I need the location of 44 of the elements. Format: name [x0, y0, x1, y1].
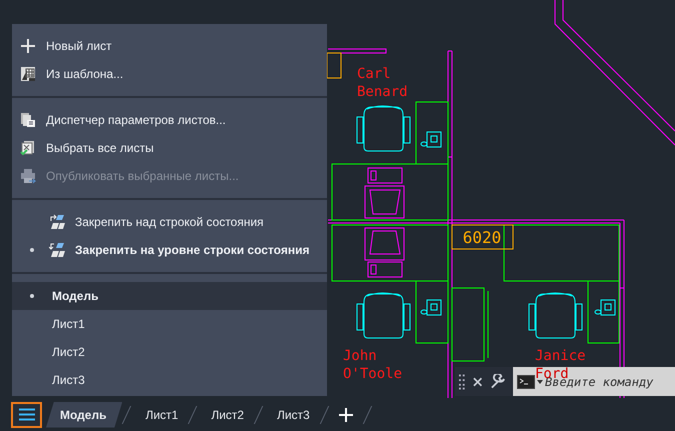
add-tab-icon[interactable]	[338, 408, 353, 422]
layout-tab[interactable]: Лист1	[131, 402, 188, 428]
layout-tab[interactable]: Модель	[46, 402, 122, 428]
template-grid-icon	[20, 66, 36, 82]
room-tag-outline	[326, 52, 342, 78]
phone-icon	[420, 300, 442, 316]
menu-item[interactable]: Закрепить над строкой состояния	[12, 208, 327, 236]
menu-item[interactable]: Из шаблона...	[12, 60, 327, 88]
phone-icon	[420, 132, 442, 148]
plus-icon	[20, 38, 36, 54]
menu-button[interactable]	[11, 402, 42, 428]
menu-item[interactable]: Новый лист	[12, 32, 327, 60]
menu-item[interactable]: Выбрать все листы	[12, 134, 327, 162]
phone-icon	[594, 300, 616, 316]
sheets-list-icon	[20, 112, 36, 128]
menu-item[interactable]: Лист1	[12, 310, 327, 338]
occupant-name: Janice	[535, 348, 586, 364]
bullet-icon	[30, 248, 34, 252]
menu-item[interactable]: Диспетчер параметров листов...	[12, 106, 327, 134]
menu-item[interactable]: Лист3	[12, 366, 327, 394]
occupant-name: Benard	[357, 84, 408, 100]
printer-icon	[20, 168, 36, 184]
layout-tab[interactable]: Лист2	[197, 402, 254, 428]
menu-item[interactable]: Закрепить на уровне строки состояния	[12, 236, 327, 264]
chair-drawing	[528, 292, 582, 338]
room-tag: 6020	[452, 224, 514, 250]
tiles-arrow-icon	[49, 242, 65, 258]
menu-item[interactable]: Лист2	[12, 338, 327, 366]
occupant-name: Carl	[357, 66, 391, 82]
bullet-icon	[30, 294, 34, 298]
printer-drawing	[364, 228, 404, 278]
sheets-check-icon	[20, 140, 36, 156]
grip-icon[interactable]	[459, 374, 465, 390]
occupant-name: O'Toole	[343, 366, 402, 382]
wrench-icon[interactable]	[490, 374, 505, 390]
printer-drawing	[364, 168, 404, 218]
chair-drawing	[356, 292, 410, 338]
tiles-arrow-icon	[49, 214, 65, 230]
layout-tab[interactable]: Лист3	[262, 402, 320, 428]
menu-item[interactable]: Модель	[12, 282, 327, 310]
menu-icon	[18, 408, 34, 421]
chair-drawing	[356, 106, 410, 152]
occupant-name: John	[343, 348, 377, 364]
close-icon[interactable]	[472, 376, 482, 386]
